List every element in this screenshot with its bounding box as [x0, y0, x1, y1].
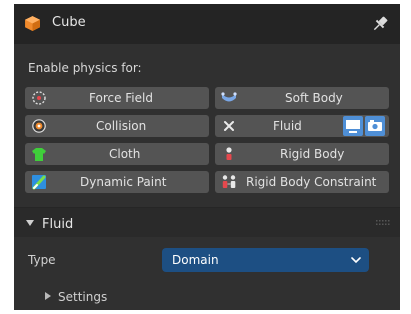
close-x-icon[interactable]	[221, 118, 237, 134]
fluid-panel-header[interactable]: Fluid	[14, 207, 400, 237]
cloth-label: Cloth	[109, 147, 141, 161]
expand-triangle-icon[interactable]	[26, 219, 34, 227]
chevron-down-icon	[351, 257, 361, 264]
fluid-type-value: Domain	[172, 253, 219, 267]
fluid-button[interactable]: Fluid	[215, 115, 389, 137]
rigid-body-constraint-label: Rigid Body Constraint	[246, 175, 377, 189]
cube-icon	[25, 16, 40, 31]
rigid-body-label: Rigid Body	[280, 147, 345, 161]
dynamic-paint-button[interactable]: Dynamic Paint	[25, 171, 209, 193]
soft-body-button[interactable]: Soft Body	[215, 87, 389, 109]
force-field-label: Force Field	[89, 91, 153, 105]
rigid-body-button[interactable]: Rigid Body	[215, 143, 389, 165]
physics-properties-panel: Cube Enable physics for: Force Field Sof…	[14, 4, 400, 310]
enable-physics-label: Enable physics for:	[28, 61, 142, 75]
force-field-icon	[32, 91, 46, 105]
fluid-panel-title: Fluid	[42, 217, 74, 232]
type-label: Type	[28, 253, 56, 267]
object-name: Cube	[52, 15, 86, 30]
cloth-icon	[32, 148, 46, 161]
cloth-button[interactable]: Cloth	[25, 143, 209, 165]
collision-label: Collision	[96, 119, 147, 133]
rigid-body-icon	[226, 147, 232, 160]
settings-label: Settings	[58, 290, 108, 304]
rigid-body-constraint-icon	[222, 175, 236, 188]
rigid-body-constraint-button[interactable]: Rigid Body Constraint	[215, 171, 389, 193]
collision-button[interactable]: Collision	[25, 115, 209, 137]
fluid-label: Fluid	[273, 119, 302, 133]
collapsed-triangle-icon[interactable]	[44, 292, 52, 300]
pin-icon[interactable]	[370, 14, 390, 34]
soft-body-icon	[221, 92, 237, 102]
soft-body-label: Soft Body	[285, 91, 343, 105]
dynamic-paint-icon	[32, 175, 46, 190]
settings-subpanel-header[interactable]: Settings	[14, 284, 400, 308]
render-toggle-icon[interactable]	[365, 116, 385, 136]
panel-header: Cube	[14, 4, 400, 44]
drag-handle-icon[interactable]	[376, 220, 392, 226]
fluid-type-dropdown[interactable]: Domain	[162, 248, 369, 272]
viewport-toggle-icon[interactable]	[343, 116, 363, 136]
collision-icon	[32, 119, 46, 133]
force-field-button[interactable]: Force Field	[25, 87, 209, 109]
dynamic-paint-label: Dynamic Paint	[80, 175, 167, 189]
